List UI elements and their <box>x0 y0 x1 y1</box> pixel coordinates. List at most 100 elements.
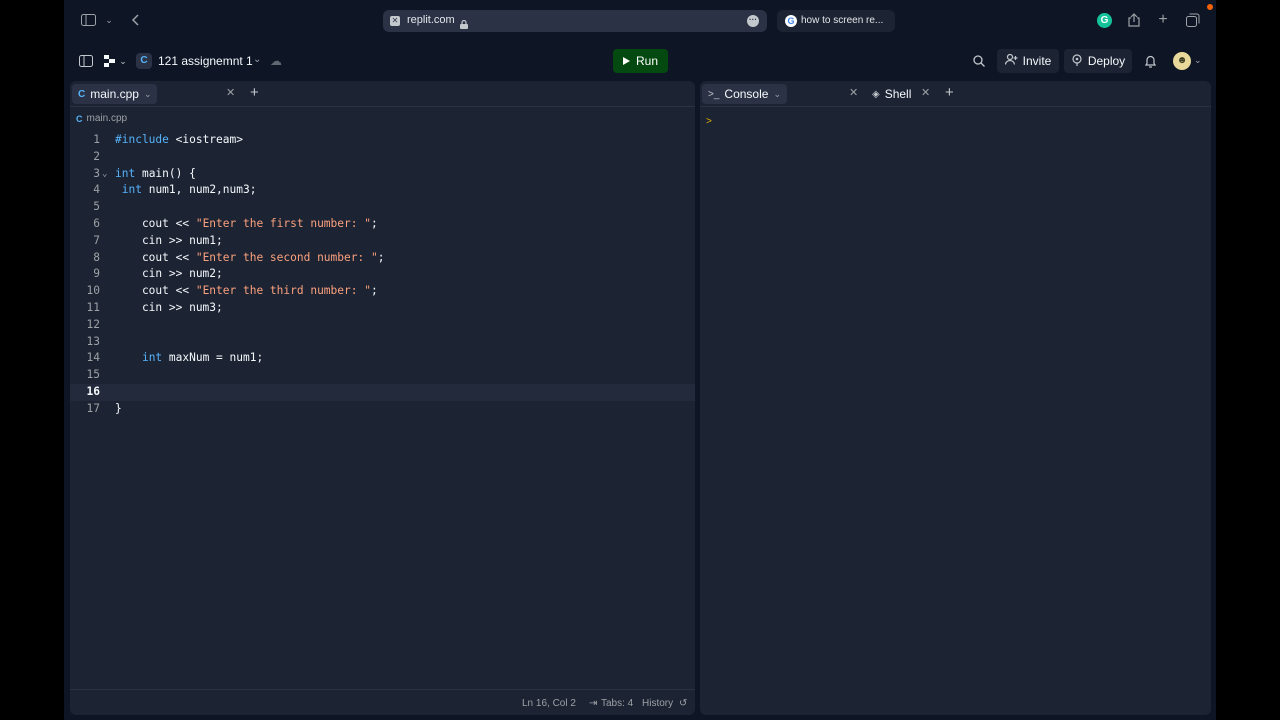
avatar[interactable]: ☻ <box>1173 52 1191 70</box>
back-icon[interactable] <box>127 12 143 28</box>
chevron-down-icon[interactable]: ⌄ <box>144 89 152 100</box>
chevron-down-icon[interactable]: ⌄ <box>773 89 781 100</box>
line-number: 1 <box>93 133 100 146</box>
console-tab-bar: >_ Console ⌄ ✕ ◈ Shell ✕ + ⋮ <box>700 81 1211 107</box>
code-line[interactable]: 8 cout << "Enter the second number: "; <box>70 250 695 267</box>
breadcrumb-file[interactable]: main.cpp <box>87 113 128 124</box>
search-icon[interactable] <box>971 53 987 69</box>
share-icon[interactable] <box>1126 12 1142 28</box>
fold-chevron-icon[interactable]: ⌄ <box>102 166 107 183</box>
invite-button[interactable]: Invite <box>997 49 1059 73</box>
new-tab-icon[interactable]: + <box>1155 11 1171 28</box>
code-line[interactable]: 11 cin >> num3; <box>70 300 695 317</box>
invite-button-label: Invite <box>1022 54 1052 68</box>
bell-icon[interactable] <box>1142 53 1158 69</box>
grammarly-icon[interactable]: G <box>1097 13 1112 28</box>
line-number: 8 <box>93 250 100 264</box>
repl-name[interactable]: 121 assignemnt 1 <box>158 54 253 68</box>
line-number: 4 <box>93 183 100 197</box>
code-line[interactable]: 14 int maxNum = num1; <box>70 350 695 367</box>
code-text: cin >> num1; <box>115 233 223 247</box>
line-number: 12 <box>86 317 100 331</box>
code-line[interactable]: 12 <box>70 317 695 334</box>
chevron-down-icon[interactable]: ⌄ <box>1194 55 1202 66</box>
chevron-down-icon[interactable]: ⌄ <box>115 53 131 69</box>
close-icon[interactable]: ✕ <box>226 86 235 99</box>
history-button[interactable]: History <box>642 698 673 709</box>
close-icon[interactable]: ✕ <box>921 86 930 99</box>
code-line[interactable]: 7 cin >> num1; <box>70 233 695 250</box>
add-tab-icon[interactable]: + <box>945 84 954 101</box>
shell-icon: ◈ <box>872 88 880 100</box>
console-prompt[interactable]: > <box>706 116 712 127</box>
screen: ⌄ ✕ replit.com ··· G how to screen re...… <box>64 0 1216 720</box>
code-line[interactable]: 16 <box>70 383 695 401</box>
breadcrumb: C main.cpp <box>76 113 127 124</box>
rocket-icon <box>1071 53 1083 69</box>
code-text: cin >> num3; <box>115 300 223 314</box>
line-number: 11 <box>86 300 100 314</box>
sidebar-toggle-icon[interactable] <box>80 12 96 28</box>
code-line[interactable]: 6 cout << "Enter the first number: "; <box>70 216 695 233</box>
editor-tab-bar: C main.cpp ⌄ ✕ + ⋮ <box>70 81 695 107</box>
code-text: cin >> num2; <box>115 267 223 281</box>
chevron-down-icon[interactable]: ⌄ <box>101 12 117 28</box>
chevron-down-icon[interactable]: ⌄ <box>253 54 261 65</box>
indent-icon: ⇥ <box>589 698 598 709</box>
add-user-icon <box>1004 53 1018 68</box>
more-icon[interactable]: ··· <box>747 15 759 27</box>
line-number: 9 <box>93 267 100 281</box>
tab-main-cpp[interactable]: C main.cpp ⌄ <box>72 84 158 104</box>
cloud-icon: ☁ <box>270 54 282 68</box>
line-number: 10 <box>86 284 100 298</box>
code-line[interactable]: 9 cin >> num2; <box>70 266 695 283</box>
line-number: 16 <box>86 384 100 398</box>
line-number: 2 <box>93 149 100 163</box>
code-line[interactable]: 15 <box>70 367 695 384</box>
code-editor[interactable]: 1 #include <iostream> 2 3 ⌄ int main() {4 int… <box>70 132 695 418</box>
history-icon[interactable]: ↺ <box>679 698 687 709</box>
code-text: #include <iostream> <box>115 133 243 146</box>
replit-favicon-icon: ✕ <box>390 16 400 26</box>
console-panel: >_ Console ⌄ ✕ ◈ Shell ✕ + ⋮ > <box>700 81 1211 715</box>
lock-icon <box>460 16 468 29</box>
add-tab-icon[interactable]: + <box>250 84 259 101</box>
line-number: 3 <box>93 166 100 180</box>
deploy-button[interactable]: Deploy <box>1064 49 1132 73</box>
cpp-file-icon: C <box>78 88 86 100</box>
google-icon: G <box>785 15 797 27</box>
run-button[interactable]: Run <box>613 49 668 73</box>
code-text: int maxNum = num1; <box>141 351 264 365</box>
code-text: cout << "Enter the third number: "; <box>115 284 378 298</box>
code-line[interactable]: 2 <box>70 149 695 166</box>
cpp-language-icon: C <box>136 53 152 69</box>
app-header: ⌄ C 121 assignemnt 1 ⌄ ☁ Run Invite Depl… <box>64 44 1216 78</box>
code-text: cout << "Enter the second number: "; <box>115 250 385 264</box>
address-bar[interactable]: ✕ replit.com ··· <box>383 10 767 32</box>
code-line[interactable]: 5 <box>70 199 695 216</box>
code-line[interactable]: 3 ⌄ int main() { <box>70 166 695 183</box>
code-line[interactable]: 1 #include <iostream> <box>70 132 695 149</box>
code-line[interactable]: 10 cout << "Enter the third number: "; <box>70 283 695 300</box>
editor-panel: C main.cpp ⌄ ✕ + ⋮ C main.cpp 1 #include … <box>70 81 695 715</box>
play-icon <box>622 57 630 65</box>
browser-toolbar: ⌄ ✕ replit.com ··· G how to screen re...… <box>64 0 1216 40</box>
deploy-button-label: Deploy <box>1087 54 1126 68</box>
browser-tab-google[interactable]: G how to screen re... <box>777 10 895 32</box>
line-number: 7 <box>93 233 100 247</box>
status-bar: Ln 16, Col 2 ⇥ Tabs: 4 History ↺ <box>70 689 695 715</box>
code-line[interactable]: 4 int num1, num2,num3; <box>70 182 695 199</box>
line-number: 13 <box>86 334 100 348</box>
code-line[interactable]: 13 <box>70 334 695 351</box>
tab-overview-icon[interactable] <box>1185 12 1201 28</box>
tabs-setting[interactable]: Tabs: 4 <box>601 698 633 709</box>
cursor-position[interactable]: Ln 16, Col 2 <box>522 698 576 709</box>
line-number: 17 <box>86 401 100 415</box>
sidebar-icon[interactable] <box>78 53 94 69</box>
tab-shell-label: Shell <box>884 87 912 101</box>
tab-shell[interactable]: ◈ Shell <box>866 84 917 104</box>
code-text: int num1, num2,num3; <box>121 183 257 197</box>
close-icon[interactable]: ✕ <box>849 86 858 99</box>
tab-console[interactable]: >_ Console ⌄ <box>702 84 787 104</box>
code-line[interactable]: 17} <box>70 401 695 418</box>
